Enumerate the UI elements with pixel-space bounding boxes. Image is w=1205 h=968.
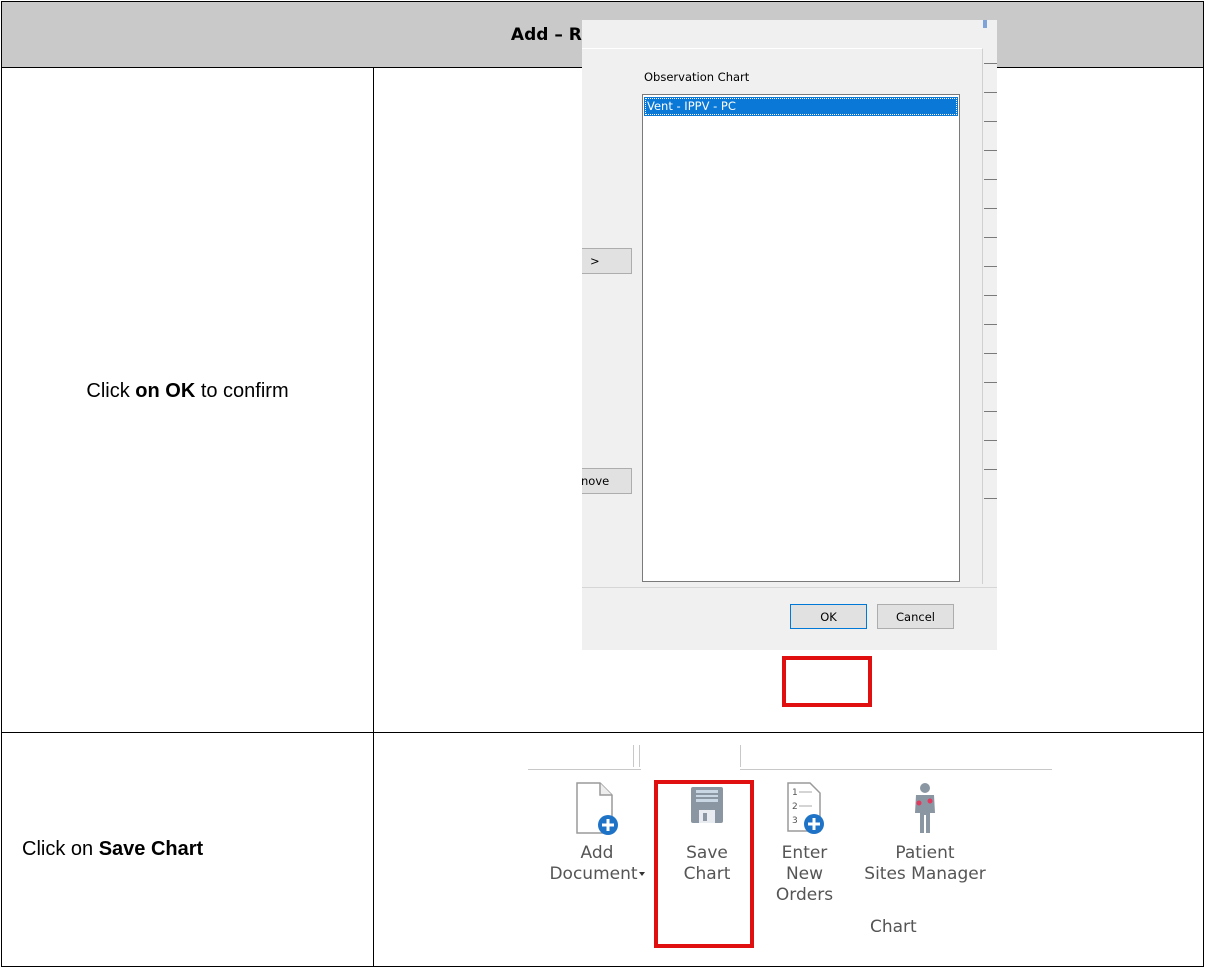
- ok-button[interactable]: OK: [790, 604, 867, 629]
- observation-chart-listbox[interactable]: Vent - IPPV - PC: [642, 94, 960, 582]
- ribbon-divider: [633, 745, 634, 767]
- step-instruction-ok: Click on OK to confirm: [2, 380, 373, 403]
- ribbon-group-label: Chart: [870, 917, 917, 937]
- instruction-bold: on OK: [135, 380, 196, 402]
- patient-sites-manager-label: Sites Manager: [864, 864, 986, 884]
- instruction-suffix: to confirm: [195, 380, 289, 402]
- list-item-selected[interactable]: Vent - IPPV - PC: [644, 97, 958, 116]
- observation-chart-label: Observation Chart: [644, 70, 750, 84]
- add-document-icon: [576, 782, 618, 835]
- column-divider: [373, 68, 374, 732]
- enter-new-orders-button[interactable]: 1 2 3 Enter New Orders: [757, 781, 852, 906]
- add-document-button[interactable]: Add Document: [549, 781, 645, 885]
- new-orders-icon: 1 2 3: [786, 782, 824, 834]
- add-document-label: Add: [580, 843, 614, 863]
- background-grid-lines: [984, 35, 997, 505]
- ribbon-divider: [528, 769, 641, 770]
- remove-button[interactable]: nove: [582, 468, 632, 494]
- footer-divider: [582, 587, 997, 588]
- svg-text:3: 3: [792, 816, 798, 826]
- ribbon-divider: [740, 745, 741, 767]
- row-families-dialog: Observation Chart Vent - IPPV - PC > nov…: [582, 20, 997, 650]
- svg-text:1: 1: [792, 788, 798, 798]
- dropdown-arrow-icon: [638, 872, 645, 876]
- add-document-label-line2: Document: [549, 864, 645, 885]
- enter-new-orders-label: Enter: [781, 843, 828, 863]
- patient-sites-manager-label: Patient: [895, 843, 955, 863]
- save-chart-highlight-box: [654, 780, 754, 948]
- patient-figure-icon: [915, 783, 935, 833]
- add-button[interactable]: >: [582, 248, 632, 274]
- instruction-bold: Save Chart: [98, 838, 204, 860]
- add-document-label: Document: [549, 864, 638, 884]
- instruction-prefix: Click on: [22, 838, 99, 860]
- scroll-accent: [983, 20, 987, 28]
- patient-sites-manager-button[interactable]: Patient Sites Manager: [860, 781, 990, 885]
- cancel-button[interactable]: Cancel: [877, 604, 954, 629]
- step-instruction-save: Click on Save Chart: [22, 838, 393, 861]
- chart-ribbon: Add Document Save Chart 1 2 3 Enter New …: [525, 745, 1055, 955]
- ribbon-divider: [639, 745, 640, 767]
- ribbon-divider: [740, 769, 1052, 770]
- ok-highlight-box: [782, 656, 872, 707]
- enter-new-orders-label: New Orders: [775, 864, 834, 905]
- svg-text:2: 2: [792, 802, 798, 812]
- instruction-prefix: Click: [86, 380, 136, 402]
